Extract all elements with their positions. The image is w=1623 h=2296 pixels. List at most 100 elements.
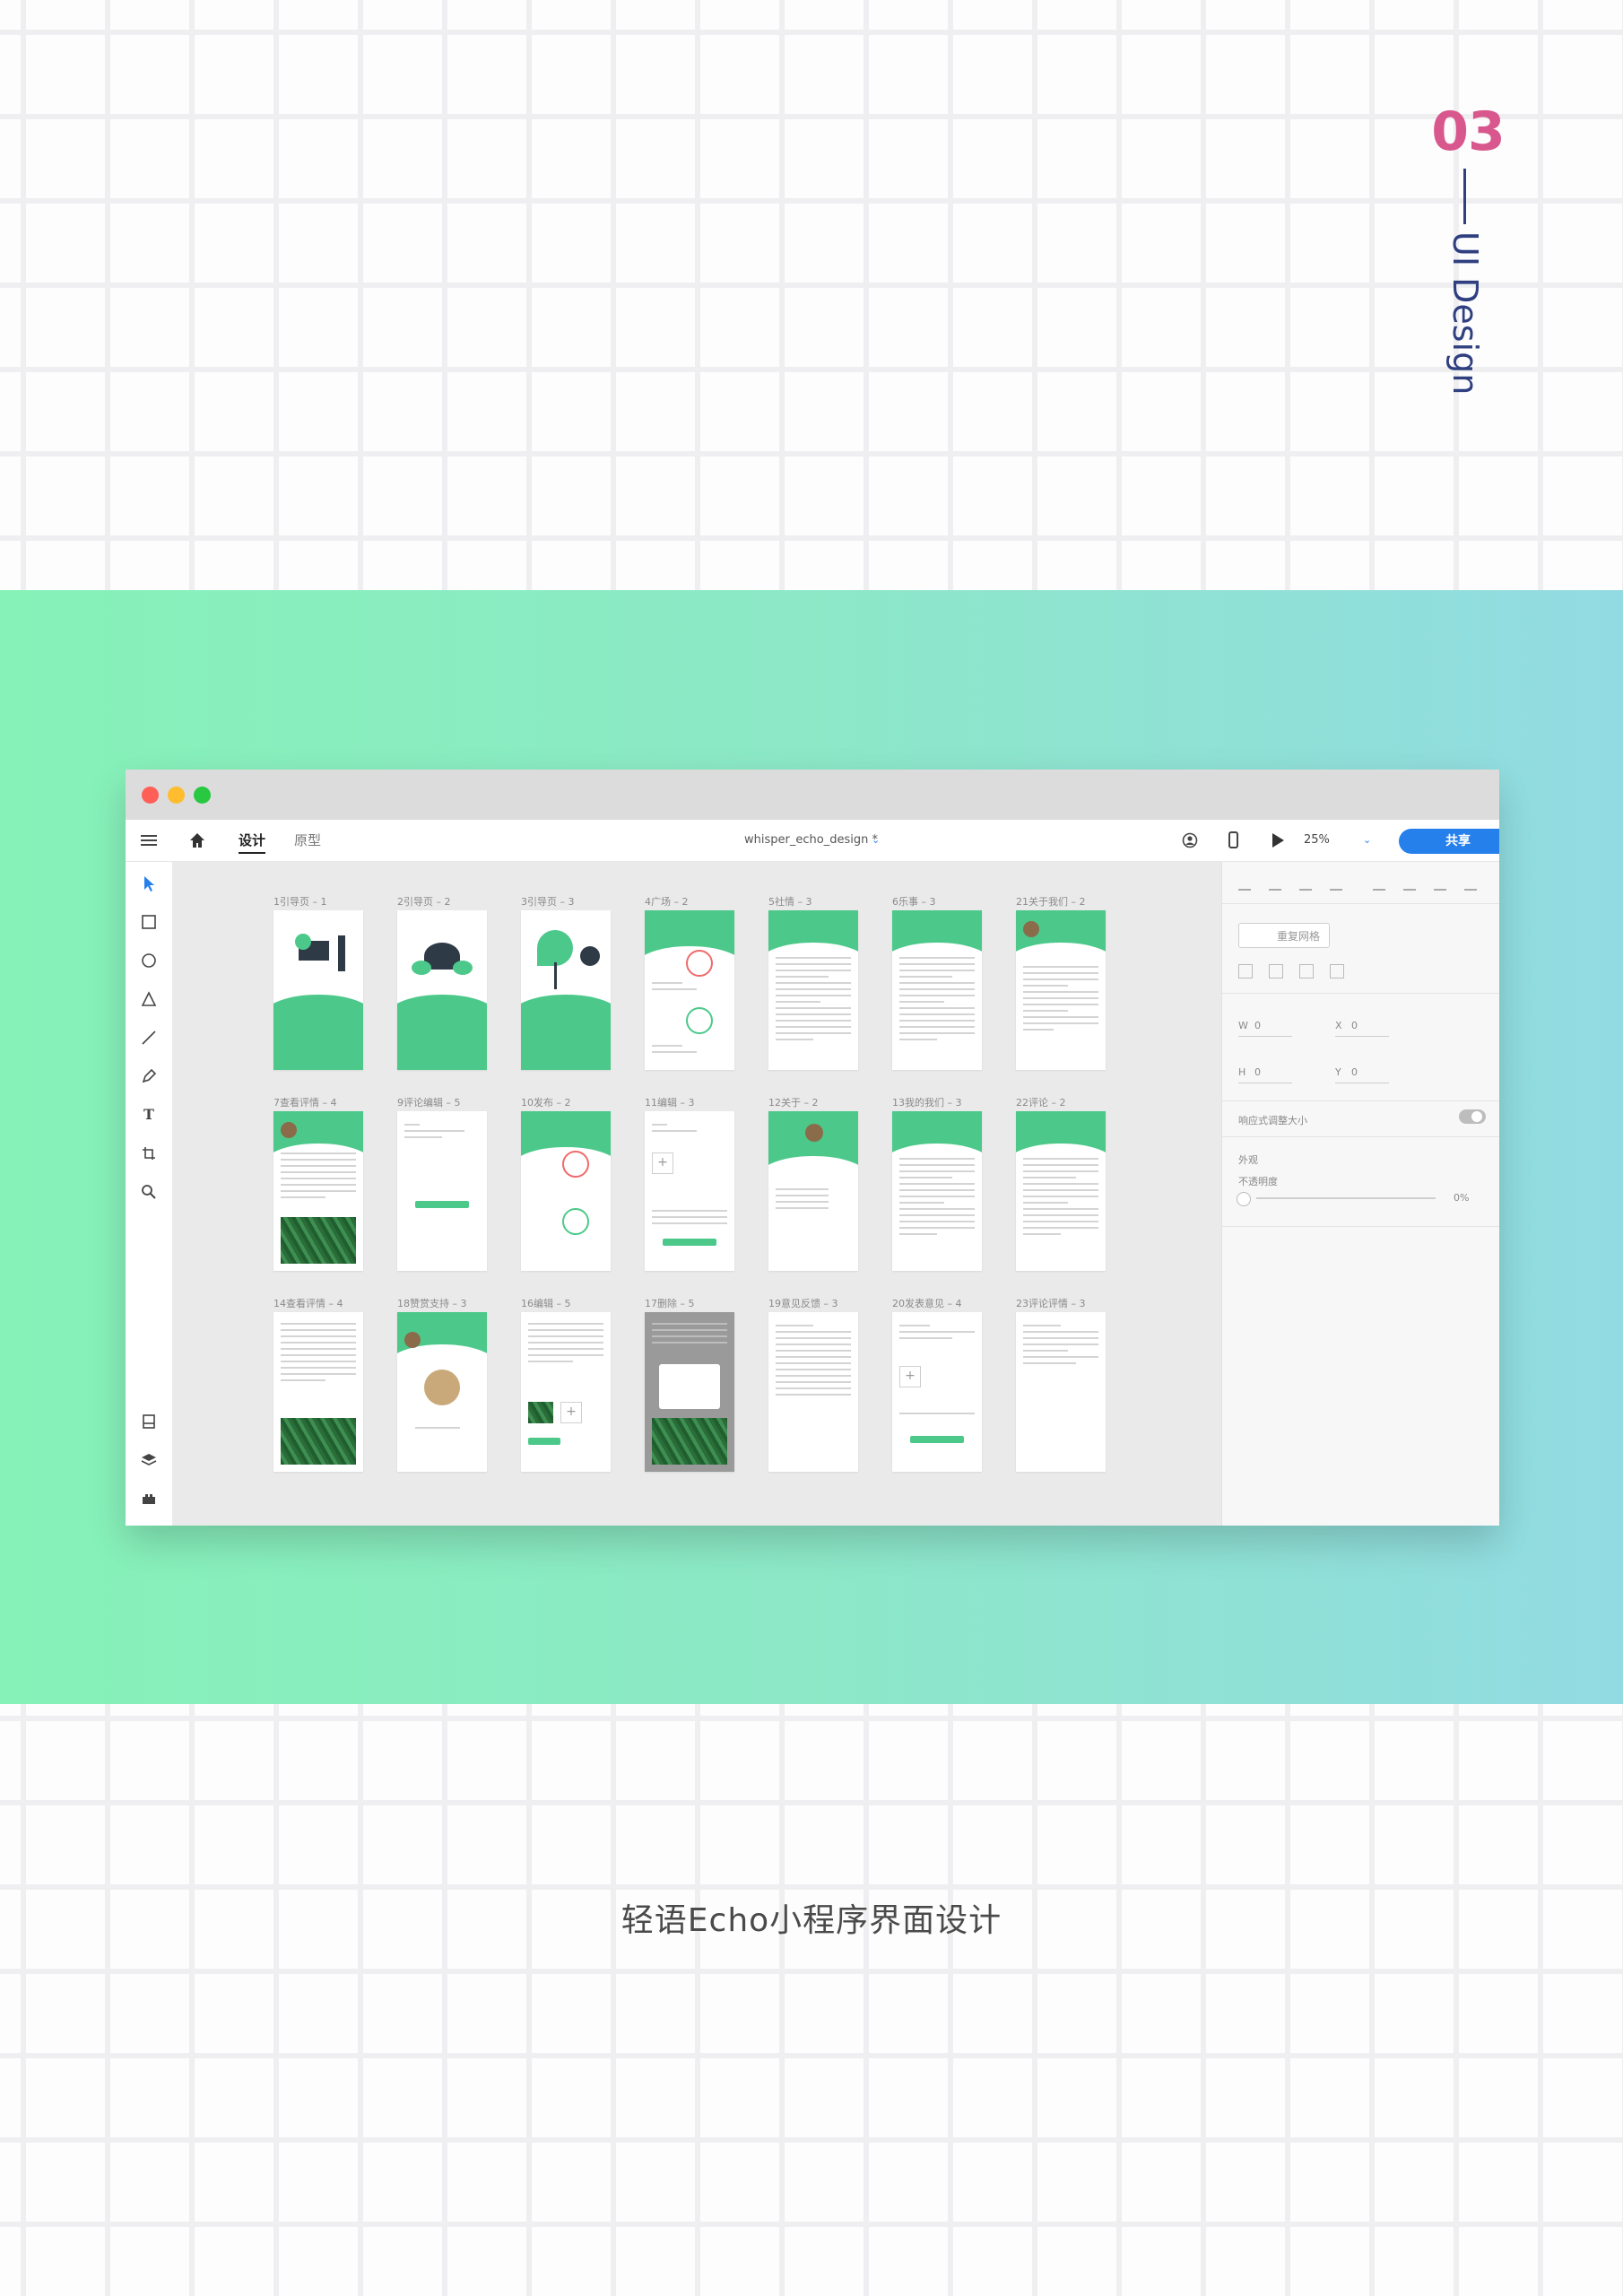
- repeat-grid-button[interactable]: 重复网格: [1238, 923, 1330, 948]
- zoom-tool-icon[interactable]: [140, 1183, 158, 1201]
- artboard-green-wave: [397, 995, 487, 1070]
- text-lines: [528, 1323, 603, 1367]
- zoom-chevron-icon[interactable]: ⌄: [1363, 820, 1371, 861]
- tree-trunk-illustration: [554, 962, 557, 989]
- design-canvas[interactable]: 1引导页 – 1 2引导页 – 2 3引导页 – 3 4广场 – 2 5社情 –…: [172, 862, 1266, 1526]
- artboard-label: 2引导页 – 2: [397, 896, 451, 908]
- pen-tool-icon[interactable]: [140, 1067, 158, 1085]
- align-bottom-icon[interactable]: [1299, 876, 1312, 891]
- home-icon[interactable]: [188, 831, 206, 849]
- artboard-guide-1[interactable]: [273, 910, 363, 1070]
- artboard-edit[interactable]: +: [645, 1111, 734, 1271]
- artboard-comment-detail[interactable]: [1016, 1312, 1106, 1472]
- responsive-toggle[interactable]: [1459, 1109, 1486, 1124]
- close-window-button[interactable]: [142, 787, 159, 804]
- text-lines: [1023, 1158, 1098, 1239]
- text-lines: [776, 1325, 851, 1400]
- artboard-feed[interactable]: [768, 910, 858, 1070]
- transform-row: W 0 X 0 H 0 Y 0: [1222, 993, 1499, 1101]
- boolean-exclude-icon[interactable]: [1330, 964, 1344, 978]
- document-name[interactable]: whisper_echo_design *: [744, 820, 878, 861]
- artboard-green-header: [768, 1111, 858, 1196]
- appearance-heading: 外观: [1238, 1154, 1258, 1166]
- artboard-label: 17删除 – 5: [645, 1298, 695, 1309]
- maximize-window-button[interactable]: [194, 787, 211, 804]
- align-left-icon[interactable]: [1373, 876, 1385, 891]
- height-value[interactable]: 0: [1254, 1066, 1261, 1078]
- width-value[interactable]: 0: [1254, 1020, 1261, 1031]
- artboard-feedback[interactable]: [768, 1312, 858, 1472]
- boolean-intersect-icon[interactable]: [1299, 964, 1314, 978]
- distribute-h-icon[interactable]: [1464, 876, 1477, 891]
- text-lines: [899, 957, 975, 1045]
- distribute-icon[interactable]: [1330, 876, 1342, 891]
- layers-icon[interactable]: [140, 1451, 158, 1469]
- artboard-label: 11编辑 – 3: [645, 1097, 695, 1109]
- artboard-guide-3[interactable]: [521, 910, 611, 1070]
- boolean-add-icon[interactable]: [1238, 964, 1253, 978]
- align-right-icon[interactable]: [1434, 876, 1446, 891]
- chevron-down-icon[interactable]: ⌄: [872, 820, 880, 861]
- opacity-value[interactable]: 0%: [1454, 1192, 1469, 1204]
- select-tool-icon[interactable]: [140, 874, 158, 892]
- align-top-icon[interactable]: [1238, 876, 1251, 891]
- x-value[interactable]: 0: [1351, 1020, 1358, 1031]
- play-icon[interactable]: [1272, 833, 1284, 848]
- artboard-view-detail-2[interactable]: [273, 1312, 363, 1472]
- plugins-icon[interactable]: [140, 1490, 158, 1508]
- happy-face-icon: [562, 1208, 589, 1235]
- app-window: 设计 原型 whisper_echo_design * ⌄ 25% ⌄ 共享 T…: [126, 770, 1499, 1526]
- fern-photo: [652, 1418, 727, 1465]
- text-tool-icon[interactable]: T: [140, 1106, 158, 1124]
- text-lines: [652, 1045, 727, 1057]
- artboard-guide-2[interactable]: [397, 910, 487, 1070]
- artboard-fun[interactable]: [892, 910, 982, 1070]
- page-caption: 轻语Echo小程序界面设计: [621, 1902, 1002, 1939]
- artboard-support[interactable]: [397, 1312, 487, 1472]
- tab-design[interactable]: 设计: [239, 820, 266, 861]
- artboard-my-us[interactable]: [892, 1111, 982, 1271]
- repeat-grid-row: 重复网格: [1222, 903, 1499, 994]
- text-lines: [776, 957, 851, 1045]
- artboard-label: 12关于 – 2: [768, 1097, 819, 1109]
- opacity-label: 不透明度: [1238, 1176, 1278, 1187]
- assets-icon[interactable]: [140, 1413, 158, 1431]
- artboard-label: 3引导页 – 3: [521, 896, 575, 908]
- artboard-publish[interactable]: [521, 1111, 611, 1271]
- y-value[interactable]: 0: [1351, 1066, 1358, 1078]
- opacity-slider-knob[interactable]: [1237, 1192, 1251, 1206]
- align-middle-icon[interactable]: [1269, 876, 1281, 891]
- artboard-about-us[interactable]: [1016, 910, 1106, 1070]
- zoom-level[interactable]: 25%: [1304, 820, 1330, 861]
- opacity-slider[interactable]: [1256, 1197, 1436, 1199]
- tab-prototype[interactable]: 原型: [294, 820, 321, 861]
- artboard-delete[interactable]: [645, 1312, 734, 1472]
- artboard-tool-icon[interactable]: [140, 1144, 158, 1162]
- share-button[interactable]: 共享: [1399, 829, 1499, 854]
- artboard-comment[interactable]: [1016, 1111, 1106, 1271]
- artboard-view-detail[interactable]: [273, 1111, 363, 1271]
- avatar: [1023, 921, 1039, 937]
- fern-photo: [281, 1418, 356, 1465]
- artboard-square[interactable]: [645, 910, 734, 1070]
- submit-button: [910, 1436, 964, 1443]
- menu-icon[interactable]: [141, 832, 157, 848]
- boolean-subtract-icon[interactable]: [1269, 964, 1283, 978]
- width-label: W: [1238, 1020, 1248, 1031]
- ellipse-tool-icon[interactable]: [140, 952, 158, 970]
- add-image-icon: +: [560, 1402, 582, 1423]
- avatar: [805, 1124, 823, 1142]
- align-center-icon[interactable]: [1403, 876, 1416, 891]
- rectangle-tool-icon[interactable]: [140, 913, 158, 931]
- device-preview-icon[interactable]: [1228, 831, 1238, 848]
- artboard-label: 23评论评情 – 3: [1016, 1298, 1086, 1309]
- minimize-window-button[interactable]: [168, 787, 185, 804]
- happy-face-icon: [686, 1007, 713, 1034]
- artboard-about[interactable]: [768, 1111, 858, 1271]
- polygon-tool-icon[interactable]: [140, 990, 158, 1008]
- artboard-post-feedback[interactable]: +: [892, 1312, 982, 1472]
- user-icon[interactable]: [1182, 832, 1198, 848]
- artboard-comment-edit[interactable]: [397, 1111, 487, 1271]
- artboard-edit-2[interactable]: +: [521, 1312, 611, 1472]
- line-tool-icon[interactable]: [140, 1029, 158, 1047]
